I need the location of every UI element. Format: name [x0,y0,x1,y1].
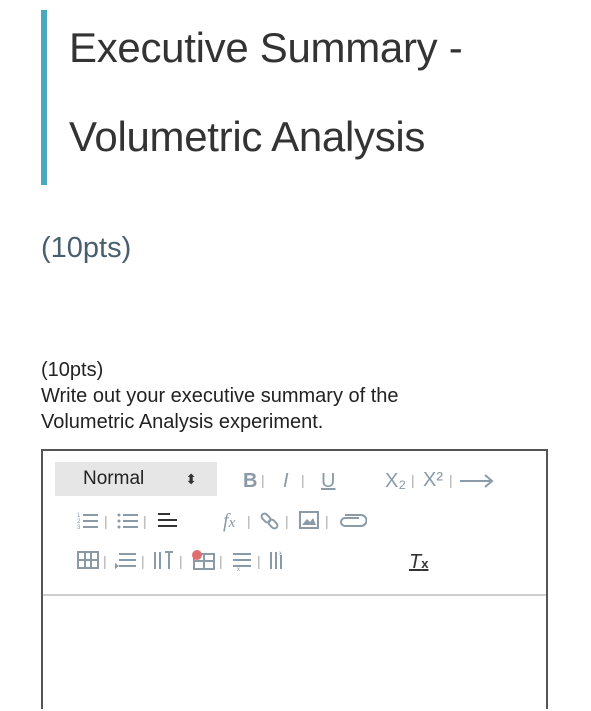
points-heading: (10pts) [41,232,132,264]
align-icon[interactable] [157,511,179,531]
question-text-line-1: Write out your executive summary of the [41,385,399,407]
svg-text:3: 3 [77,525,81,531]
format-select-value: Normal [83,468,145,489]
arrow-right-icon[interactable] [459,473,495,489]
underline-icon[interactable]: U [321,469,335,493]
unordered-list-icon[interactable] [117,511,139,531]
image-icon[interactable] [299,511,319,529]
format-select[interactable]: Normal ⬍ [55,462,217,496]
table-icon[interactable] [77,551,99,569]
superscript-icon[interactable]: X² [423,468,443,492]
attachment-icon[interactable] [337,513,367,529]
select-arrows-icon: ⬍ [185,471,197,487]
question-points: (10pts) [41,359,104,381]
clear-format-icon[interactable]: Tx [409,550,428,576]
rich-text-editor: Normal ⬍ B | I | U X₂ | X² | 1 2 3 | | f… [41,449,548,709]
page-title-line-2: Volumetric Analysis [69,113,426,160]
row-icon[interactable]: x [231,551,253,571]
title-accent-bar [41,10,47,185]
question-text-line-2: Volumetric Analysis experiment. [41,411,324,433]
svg-text:x: x [279,551,282,557]
indent-icon[interactable] [115,551,137,571]
editor-text-area[interactable] [43,596,546,711]
ordered-list-icon[interactable]: 1 2 3 [77,511,99,531]
bold-icon[interactable]: B [243,469,257,493]
column-delete-icon[interactable]: x [269,550,291,570]
page-title-line-1: Executive Summary - [69,24,463,71]
title-block: Executive Summary - Volumetric Analysis [41,10,561,185]
editor-toolbar: Normal ⬍ B | I | U X₂ | X² | 1 2 3 | | f… [43,451,546,594]
formula-icon[interactable]: fx [223,509,235,535]
italic-icon[interactable]: I [283,469,289,493]
svg-text:x: x [237,567,240,571]
subscript-icon[interactable]: X₂ [385,469,406,493]
question-prompt: (10pts) Write out your executive summary… [41,357,561,435]
table-delete-icon[interactable] [191,549,215,571]
link-icon[interactable] [259,510,281,532]
column-icon[interactable] [153,550,175,570]
